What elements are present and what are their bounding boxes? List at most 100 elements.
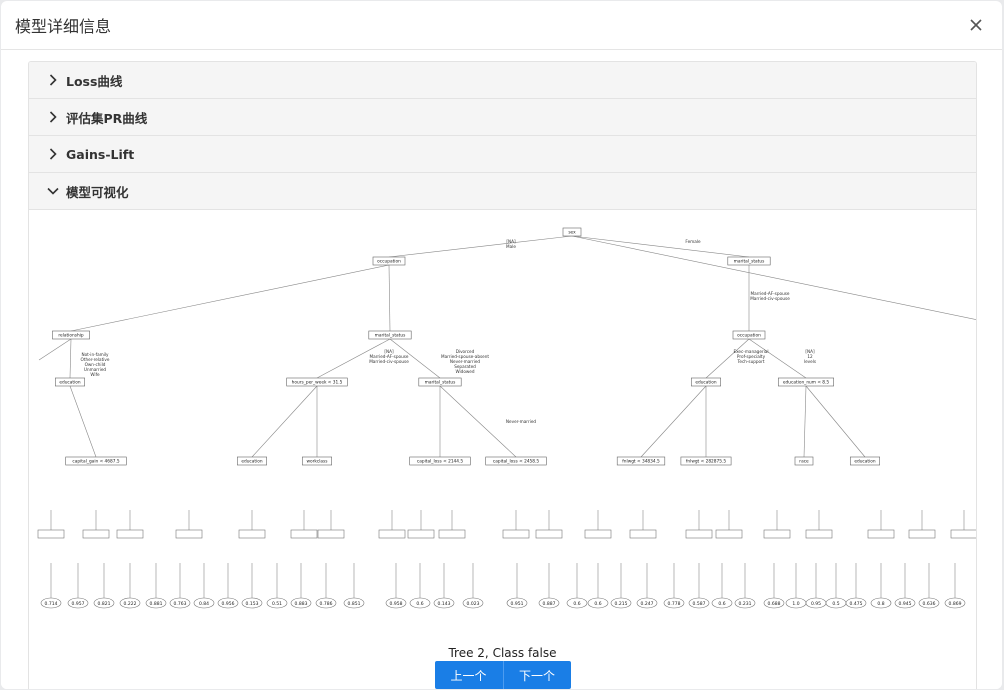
tree-leaf-value: 0.475 — [850, 601, 863, 607]
tree-leaf-value: 0.945 — [899, 601, 912, 607]
tree-leaf-value: 0.153 — [246, 601, 259, 607]
tree-leaf-value: 0.5 — [832, 601, 839, 607]
tree-edge-label: Male — [506, 244, 516, 249]
tree-pager: 上一个 下一个 — [29, 661, 976, 689]
modal-title: 模型详细信息 — [15, 17, 112, 36]
modal-body: Loss曲线 评估集PR曲线 Gains-Lift 模型可视化 0.714 0.9… — [1, 51, 1002, 689]
tree-node-label: fnlwgt < 34834.5 — [622, 459, 660, 465]
tree-leaf-value: 0.951 — [511, 601, 524, 607]
tree-node-label: fnlwgt < 282875.5 — [686, 459, 726, 465]
tree-edge-label: levels — [804, 359, 816, 364]
tree-leaf-value: 0.763 — [174, 601, 187, 607]
tree-edge — [388, 235, 573, 258]
tree-node-label: education — [854, 459, 876, 465]
tree-edge — [640, 385, 707, 458]
tree-leaf-value: 0.778 — [668, 601, 681, 607]
tree-leaf-value: 0.881 — [150, 601, 163, 607]
tree-leaf-value: 0.851 — [348, 601, 361, 607]
tree-edge — [803, 385, 807, 458]
tree-node-label: occupation — [737, 333, 761, 339]
tree-node-label: education — [59, 380, 81, 386]
next-tree-button[interactable]: 下一个 — [502, 661, 571, 689]
panel-pr-curve[interactable]: 评估集PR曲线 — [29, 99, 976, 136]
tree-node-box — [82, 529, 110, 539]
tree-leaf-value: 0.587 — [693, 601, 706, 607]
tree-edge — [388, 264, 391, 332]
tree-edge-label: Tech-support — [737, 359, 765, 364]
tree-leaf-value: 0.023 — [467, 601, 480, 607]
tree-node-box — [317, 529, 345, 539]
tree-node-label: race — [799, 459, 809, 465]
tree-leaf-value: 0.688 — [768, 601, 781, 607]
tree-edge — [70, 264, 390, 332]
modal-header: 模型详细信息 — [1, 1, 1002, 50]
model-visualization-content: 0.714 0.957 0.821 0.222 0.881 0.763 0.84 0.956 0… — [29, 210, 976, 645]
panel-model-visualization[interactable]: 模型可视化 — [29, 173, 976, 210]
tree-leaf-value: 0.786 — [320, 601, 333, 607]
tree-edge-label: Married-civ-spouse — [369, 359, 409, 364]
chevron-right-icon — [47, 148, 59, 160]
tree-leaf-value: 0.95 — [811, 601, 821, 607]
tree-node-label: marital_status — [425, 380, 456, 386]
tree-node-label: marital_status — [734, 259, 765, 265]
panel-label: Loss曲线 — [66, 73, 123, 89]
chevron-right-icon — [47, 74, 59, 86]
tree-edge-label: Female — [685, 239, 701, 244]
tree-leaf-value: 0.957 — [72, 601, 85, 607]
prev-tree-button[interactable]: 上一个 — [434, 661, 503, 689]
tree-node-box — [685, 529, 713, 539]
tree-node-box — [378, 529, 406, 539]
tree-edge — [251, 385, 318, 458]
tree-leaf-value: 0.714 — [45, 601, 58, 607]
panel-label: 评估集PR曲线 — [66, 110, 148, 126]
tree-node-box — [805, 529, 833, 539]
tree-leaf-value: 0.215 — [615, 601, 628, 607]
tree-leaf-value: 0.883 — [295, 601, 308, 607]
tree-leaf-value: 0.231 — [739, 601, 752, 607]
tree-leaf-value: 0.84 — [199, 601, 209, 607]
tree-leaf-value: 0.956 — [222, 601, 235, 607]
tree-node-box — [116, 529, 144, 539]
tree-node-box — [629, 529, 657, 539]
tree-node-label: hours_per_week < 31.5 — [292, 380, 343, 386]
close-icon[interactable] — [966, 15, 986, 35]
tree-leaf-value: 0.869 — [949, 601, 962, 607]
tree-node-label: capital_gain < 4687.5 — [72, 459, 119, 465]
tree-node-label: relationship — [58, 333, 84, 339]
tree-edge — [571, 235, 976, 320]
chevron-down-icon — [47, 185, 59, 197]
tree-edge — [38, 338, 72, 361]
tree-node-box — [763, 529, 791, 539]
tree-node-box — [908, 529, 936, 539]
tree-node-box — [502, 529, 530, 539]
tree-leaf-value: 0.222 — [124, 601, 137, 607]
tree-leaf-value: 0.8 — [877, 601, 884, 607]
tree-node-label: capital_loss < 2458.5 — [493, 459, 540, 465]
tree-edge — [439, 385, 517, 458]
panel-loss-curve[interactable]: Loss曲线 — [29, 62, 976, 99]
tree-leaf-value: 0.6 — [573, 601, 580, 607]
tree-leaf-value: 0.6 — [594, 601, 601, 607]
tree-leaf-value: 0.821 — [98, 601, 111, 607]
tree-node-box — [584, 529, 612, 539]
tree-edge-label: Never-married — [506, 419, 536, 424]
tree-node-label: marital_status — [375, 333, 406, 339]
tree-node-box — [238, 529, 266, 539]
tree-node-box — [37, 529, 65, 539]
chevron-right-icon — [47, 111, 59, 123]
panel-label: 模型可视化 — [66, 184, 129, 200]
tree-edge-label: Wife — [90, 372, 100, 377]
tree-node-box — [290, 529, 318, 539]
tree-leaf-value: 0.247 — [641, 601, 654, 607]
tree-caption: Tree 2, Class false — [448, 646, 557, 660]
tree-node-box — [715, 529, 743, 539]
tree-node-box — [407, 529, 435, 539]
tree-edge — [69, 385, 97, 458]
tree-node-label: education — [695, 380, 717, 386]
tree-edge — [69, 338, 72, 379]
decision-tree-diagram: 0.714 0.957 0.821 0.222 0.881 0.763 0.84 0.956 0… — [37, 227, 976, 609]
panel-gains-lift[interactable]: Gains-Lift — [29, 136, 976, 173]
panel-label: Gains-Lift — [66, 146, 135, 162]
tree-leaf-value: 0.636 — [923, 601, 936, 607]
tree-node-label: education — [241, 459, 263, 465]
